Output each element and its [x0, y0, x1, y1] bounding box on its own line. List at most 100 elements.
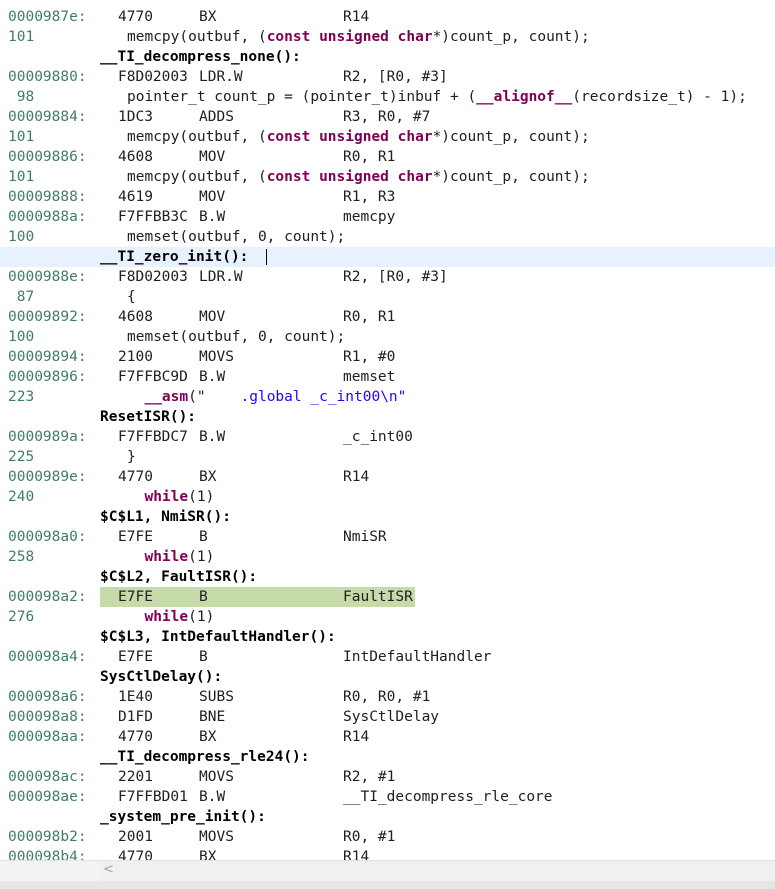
address-gutter: 0000988a:: [8, 209, 87, 225]
source-line-row[interactable]: 100 memset(outbuf, 0, count);: [0, 227, 775, 247]
disassembly-row[interactable]: 00009894: 2100 MOVS R1, #0: [0, 347, 775, 367]
keyword-token: while: [144, 609, 189, 625]
disassembly-row[interactable]: 0000988a: F7FFBB3C B.W memcpy: [0, 207, 775, 227]
line-number: 87: [8, 289, 35, 305]
function-label-row[interactable]: __TI_decompress_rle24():: [0, 747, 775, 767]
mnemonic: B.W: [199, 429, 226, 445]
disassembly-row[interactable]: 00009880: F8D02003 LDR.W R2, [R0, #3]: [0, 67, 775, 87]
function-label: SysCtlDelay():: [100, 669, 223, 685]
disassembly-row[interactable]: 0000988e: F8D02003 LDR.W R2, [R0, #3]: [0, 267, 775, 287]
disassembly-row[interactable]: 000098aa: 4770 BX R14: [0, 727, 775, 747]
disassembly-row[interactable]: 000098a2: E7FE B FaultISR: [0, 587, 775, 607]
operands: SysCtlDelay: [343, 709, 440, 725]
function-label: $C$L3, IntDefaultHandler():: [100, 629, 336, 645]
address-gutter: 000098ae:: [8, 789, 87, 805]
code-token: }: [127, 449, 136, 465]
disassembly-row[interactable]: 000098b4: 4770 BX R14: [0, 847, 775, 860]
source-line-row[interactable]: 240 while(1): [0, 487, 775, 507]
function-label-row[interactable]: ResetISR():: [0, 407, 775, 427]
address-gutter: 000098ac:: [8, 769, 87, 785]
source-code: while(1): [127, 607, 214, 627]
address-gutter: 000098a8:: [8, 709, 87, 725]
disassembly-row[interactable]: 000098a4: E7FE B IntDefaultHandler: [0, 647, 775, 667]
function-label: $C$L1, NmiSR():: [100, 509, 231, 525]
source-line-row[interactable]: 87 {: [0, 287, 775, 307]
function-label-row[interactable]: $C$L1, NmiSR():: [0, 507, 775, 527]
mnemonic: MOVS: [199, 349, 234, 365]
disassembly-row[interactable]: 000098a0: E7FE B NmiSR: [0, 527, 775, 547]
mnemonic: B.W: [199, 209, 226, 225]
address-gutter: 000098a2:: [8, 589, 87, 605]
source-line-row[interactable]: 276 while(1): [0, 607, 775, 627]
keyword-token: char: [397, 129, 433, 145]
disassembly-row[interactable]: 000098a6: 1E40 SUBS R0, R0, #1: [0, 687, 775, 707]
disassembly-row[interactable]: 000098ae: F7FFBD01 B.W __TI_decompress_rle_…: [0, 787, 775, 807]
address-gutter: 00009892:: [8, 309, 87, 325]
source-code: }: [127, 447, 136, 467]
source-line-row[interactable]: 258 while(1): [0, 547, 775, 567]
code-token: {: [127, 289, 136, 305]
mnemonic: B.W: [199, 369, 226, 385]
disassembly-row[interactable]: 00009884: 1DC3 ADDS R3, R0, #7: [0, 107, 775, 127]
mnemonic: LDR.W: [199, 69, 243, 85]
opcode: F8D02003: [118, 69, 188, 85]
keyword-token: __alignof__: [476, 89, 573, 105]
opcode: D1FD: [118, 709, 153, 725]
address-gutter: 000098b4:: [8, 849, 87, 860]
address-gutter: 000098a4:: [8, 649, 87, 665]
address-gutter: 00009894:: [8, 349, 87, 365]
disassembly-row[interactable]: 00009886: 4608 MOV R0, R1: [0, 147, 775, 167]
horizontal-scrollbar[interactable]: <: [0, 860, 775, 889]
address-gutter: 00009888:: [8, 189, 87, 205]
function-label-row[interactable]: SysCtlDelay():: [0, 667, 775, 687]
source-code: memcpy(outbuf, (const unsigned char*)cou…: [127, 127, 590, 147]
source-line-row[interactable]: 223 __asm(" .global _c_int00\n": [0, 387, 775, 407]
disassembly-row[interactable]: 000098ac: 2201 MOVS R2, #1: [0, 767, 775, 787]
opcode: F8D02003: [118, 269, 188, 285]
disassembly-row[interactable]: 0000989a: F7FFBDC7 B.W _c_int00: [0, 427, 775, 447]
keyword-token: __asm: [144, 389, 189, 405]
opcode: 4619: [118, 189, 153, 205]
keyword-token: char: [397, 29, 433, 45]
mnemonic: MOV: [199, 149, 226, 165]
disassembly-row[interactable]: 000098a8: D1FD BNE SysCtlDelay: [0, 707, 775, 727]
operands: memset: [343, 369, 396, 385]
function-label-row[interactable]: __TI_zero_init():: [0, 247, 775, 267]
function-label-row[interactable]: $C$L2, FaultISR():: [0, 567, 775, 587]
source-line-row[interactable]: 101 memcpy(outbuf, (const unsigned char*)…: [0, 167, 775, 187]
source-line-row[interactable]: 100 memset(outbuf, 0, count);: [0, 327, 775, 347]
code-token: memcpy(outbuf, (: [127, 129, 267, 145]
mnemonic: MOV: [199, 189, 226, 205]
disassembly-row[interactable]: 00009896: F7FFBC9D B.W memset: [0, 367, 775, 387]
source-line-row[interactable]: 98 pointer_t count_p = (pointer_t)inbuf +…: [0, 87, 775, 107]
source-code: while(1): [127, 487, 214, 507]
source-line-row[interactable]: 101 memcpy(outbuf, (const unsigned char*)…: [0, 27, 775, 47]
scrollbar-track[interactable]: [100, 861, 775, 881]
address-gutter: 00009884:: [8, 109, 87, 125]
operands: R0, R1: [343, 149, 396, 165]
mnemonic: MOVS: [199, 769, 234, 785]
opcode: 4608: [118, 309, 153, 325]
disassembly-row[interactable]: 000098b2: 2001 MOVS R0, #1: [0, 827, 775, 847]
source-line-row[interactable]: 225}: [0, 447, 775, 467]
chevron-left-icon[interactable]: <: [103, 862, 114, 877]
opcode: 1E40: [118, 689, 153, 705]
source-line-row[interactable]: 101 memcpy(outbuf, (const unsigned char*)…: [0, 127, 775, 147]
operands: R2, [R0, #3]: [343, 269, 448, 285]
opcode: 2201: [118, 769, 153, 785]
opcode: 4608: [118, 149, 153, 165]
disassembly-row[interactable]: 00009888: 4619 MOV R1, R3: [0, 187, 775, 207]
disassembly-view[interactable]: 0000987e: 4770 BX R14 101 memcpy(outbuf, (con…: [0, 0, 775, 860]
disassembly-row[interactable]: 0000987e: 4770 BX R14: [0, 7, 775, 27]
disassembly-row[interactable]: 00009892: 4608 MOV R0, R1: [0, 307, 775, 327]
operands: R2, [R0, #3]: [343, 69, 448, 85]
opcode: 4770: [118, 469, 153, 485]
function-label-row[interactable]: _system_pre_init():: [0, 807, 775, 827]
source-code: memset(outbuf, 0, count);: [127, 227, 345, 247]
disassembly-row[interactable]: 0000989e: 4770 BX R14: [0, 467, 775, 487]
function-label-row[interactable]: __TI_decompress_none():: [0, 47, 775, 67]
function-label-row[interactable]: $C$L3, IntDefaultHandler():: [0, 627, 775, 647]
